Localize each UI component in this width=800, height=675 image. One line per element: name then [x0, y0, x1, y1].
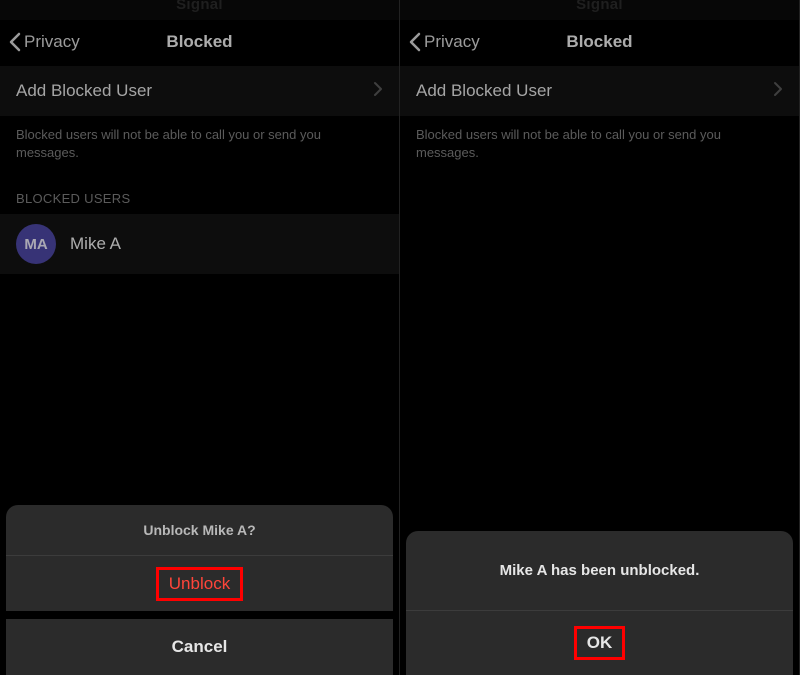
cancel-label: Cancel [172, 637, 228, 657]
cell-label: Add Blocked User [416, 81, 773, 101]
sheet-cancel-button[interactable]: Cancel [6, 619, 393, 675]
blocked-user-row[interactable]: MA Mike A [0, 214, 399, 274]
alert: Mike A has been unblocked. OK [406, 531, 793, 675]
app-name: Signal [176, 0, 223, 13]
nav-title: Blocked [166, 32, 232, 52]
back-label: Privacy [24, 32, 80, 52]
back-button[interactable]: Privacy [8, 32, 80, 52]
unblock-label: Unblock [156, 567, 243, 601]
phone-left: Signal Privacy Blocked Add Blocked User … [0, 0, 400, 675]
nav-header: Privacy Blocked [400, 20, 799, 64]
status-bar: Signal [400, 0, 799, 20]
add-blocked-user-cell[interactable]: Add Blocked User [0, 66, 399, 116]
avatar: MA [16, 224, 56, 264]
alert-message: Mike A has been unblocked. [406, 531, 793, 611]
sheet-unblock-button[interactable]: Unblock [6, 555, 393, 611]
phone-right: Signal Privacy Blocked Add Blocked User … [400, 0, 800, 675]
blocked-user-name: Mike A [70, 234, 121, 254]
sheet-title: Unblock Mike A? [6, 505, 393, 555]
blocked-footer-text: Blocked users will not be able to call y… [400, 116, 799, 161]
chevron-left-icon [8, 32, 22, 52]
nav-header: Privacy Blocked [0, 20, 399, 64]
chevron-right-icon [773, 81, 783, 102]
blocked-footer-text: Blocked users will not be able to call y… [0, 116, 399, 161]
alert-ok-button[interactable]: OK [406, 611, 793, 675]
action-sheet: Unblock Mike A? Unblock Cancel [6, 505, 393, 675]
sheet-main-group: Unblock Mike A? Unblock [6, 505, 393, 611]
chevron-left-icon [408, 32, 422, 52]
cell-label: Add Blocked User [16, 81, 373, 101]
status-bar: Signal [0, 0, 399, 20]
ok-label: OK [574, 626, 626, 660]
back-button[interactable]: Privacy [408, 32, 480, 52]
app-name: Signal [576, 0, 623, 13]
section-header-blocked-users: BLOCKED USERS [0, 161, 399, 214]
nav-title: Blocked [566, 32, 632, 52]
back-label: Privacy [424, 32, 480, 52]
chevron-right-icon [373, 81, 383, 102]
add-blocked-user-cell[interactable]: Add Blocked User [400, 66, 799, 116]
